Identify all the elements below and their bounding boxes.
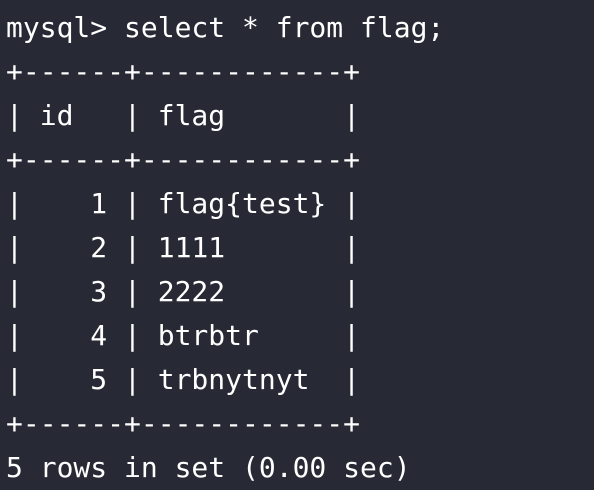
table-row: | 5 | trbnytnyt | [6, 363, 361, 396]
table-row: | 3 | 2222 | [6, 275, 361, 308]
query-result-status: 5 rows in set (0.00 sec) [6, 451, 411, 484]
table-border-top: +------+------------+ [6, 55, 361, 88]
command-prompt-line: mysql> select * from flag; [6, 11, 445, 44]
table-row: | 4 | btrbtr | [6, 319, 361, 352]
table-row: | 2 | 1111 | [6, 231, 361, 264]
terminal-window[interactable]: mysql> select * from flag; +------+-----… [0, 0, 594, 488]
table-header-row: | id | flag | [6, 99, 361, 132]
table-row: | 1 | flag{test} | [6, 187, 361, 220]
table-header-border: +------+------------+ [6, 143, 361, 176]
table-border-bottom: +------+------------+ [6, 407, 361, 440]
